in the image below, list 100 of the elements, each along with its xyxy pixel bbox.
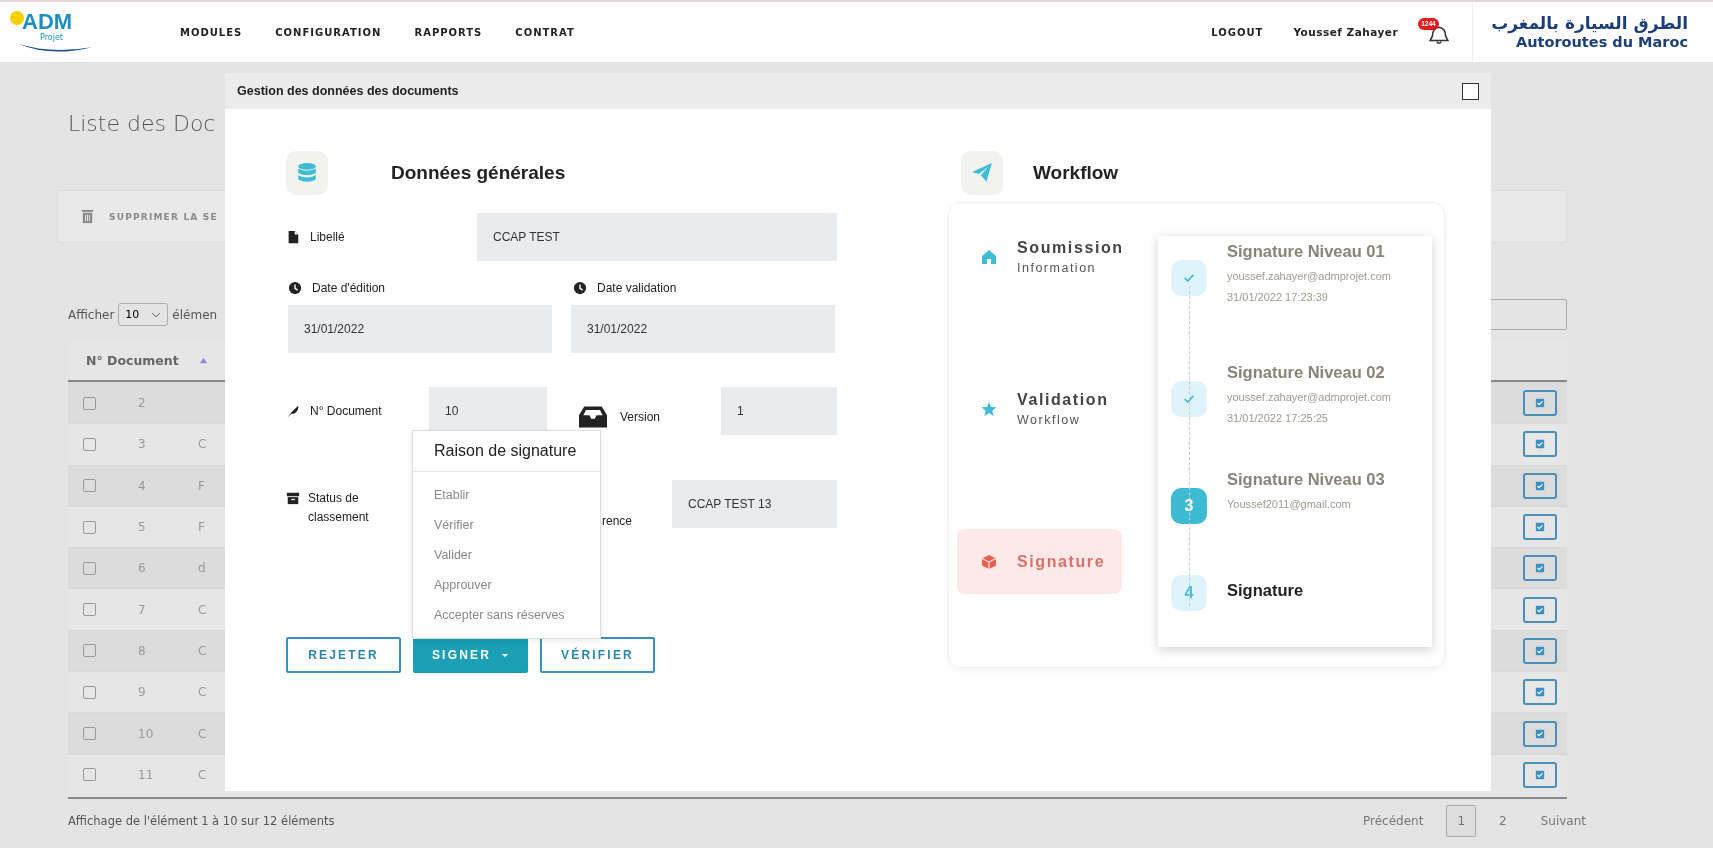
- step-email: Youssef2011@gmail.com: [1227, 498, 1352, 510]
- brand-name: Autoroutes du Maroc: [1516, 34, 1688, 51]
- row-checkbox[interactable]: [83, 520, 96, 534]
- user-name[interactable]: Youssef Zahayer: [1293, 26, 1399, 38]
- input-field[interactable]: 31/01/2022: [288, 305, 552, 353]
- checkbox-icon: [1535, 398, 1545, 409]
- file-icon: [286, 230, 300, 244]
- column-header[interactable]: N° Document: [86, 352, 208, 368]
- field-label: rence: [602, 514, 634, 528]
- sort-icon: [198, 355, 208, 365]
- field-label: Date validation: [597, 281, 677, 295]
- trash-icon: [80, 209, 95, 224]
- row-checkbox[interactable]: [83, 685, 96, 699]
- table-cell-text: 7: [138, 602, 147, 617]
- table-cell: C: [198, 437, 207, 452]
- checkbox-icon: [1535, 604, 1545, 615]
- clock-icon: [288, 281, 302, 295]
- step-title: Signature: [1227, 581, 1304, 600]
- table-cell: F: [198, 478, 205, 493]
- checkbox-icon: [1535, 728, 1545, 739]
- workflow-phase[interactable]: Soumission Information: [957, 233, 1142, 281]
- workflow-phase[interactable]: Validation Workflow: [957, 385, 1142, 433]
- pagination-link[interactable]: Suivant: [1529, 804, 1597, 837]
- step-title: Signature Niveau 03: [1227, 470, 1385, 489]
- cube-icon: [981, 553, 997, 570]
- close-button[interactable]: [1462, 82, 1479, 100]
- input-field[interactable]: 31/01/2022: [571, 305, 835, 353]
- step-email: youssef.zahayer@admprojet.com: [1227, 391, 1392, 403]
- menu-title: Raison de signature: [413, 431, 600, 472]
- table-info: Affichage de l'élément 1 à 10 sur 12 éléments: [68, 813, 335, 828]
- row-action-button[interactable]: [1523, 431, 1557, 458]
- row-checkbox[interactable]: [83, 603, 96, 617]
- table-cell: F: [198, 520, 205, 535]
- field-label: Version: [620, 410, 661, 424]
- checkbox-icon: [1535, 439, 1545, 450]
- page-heading: Liste des Doc: [68, 110, 217, 138]
- table-cell-text: 6: [138, 561, 147, 576]
- home-icon: [981, 249, 997, 265]
- row-checkbox[interactable]: [83, 561, 96, 575]
- checkbox-icon: [1535, 769, 1545, 780]
- step-time: 31/01/2022 17:25:25: [1227, 412, 1329, 424]
- table-cell-text: 9: [138, 685, 147, 700]
- checkbox-icon: [1535, 645, 1545, 656]
- row-checkbox[interactable]: [83, 479, 96, 493]
- row-checkbox[interactable]: [83, 437, 96, 451]
- page-length-select[interactable]: 10: [118, 303, 169, 326]
- table-cell: d: [198, 561, 206, 576]
- step-title: Signature Niveau 02: [1227, 363, 1386, 382]
- menu-item[interactable]: Etablir: [413, 480, 600, 510]
- clock-icon: [573, 281, 587, 295]
- paper-plane-icon: [971, 161, 993, 184]
- logout-link[interactable]: LOGOUT: [1211, 26, 1264, 38]
- table-cell: C: [198, 643, 207, 658]
- bell-icon[interactable]: [1428, 24, 1451, 46]
- step-email: youssef.zahayer@admprojet.com: [1227, 270, 1392, 282]
- step-title: Signature Niveau 01: [1227, 242, 1386, 261]
- menu-item[interactable]: Accepter sans réserves: [413, 600, 600, 630]
- row-action-button[interactable]: [1523, 596, 1557, 623]
- nav-link[interactable]: CONFIGURATION: [275, 26, 382, 38]
- checkbox-icon: [1535, 522, 1545, 533]
- table-cell: C: [198, 767, 207, 782]
- field-label: N° Document: [310, 404, 382, 418]
- caret-icon: [501, 652, 510, 658]
- row-action-button[interactable]: [1523, 761, 1557, 788]
- row-checkbox[interactable]: [83, 727, 96, 740]
- step-time: 31/01/2022 17:23:39: [1227, 291, 1329, 303]
- row-action-button[interactable]: [1523, 390, 1557, 417]
- menu-item[interactable]: Valider: [413, 540, 600, 570]
- table-cell-text: 5: [138, 520, 147, 535]
- table-cell-text: 4: [138, 478, 147, 493]
- input-field[interactable]: CCAP TEST 13: [672, 480, 837, 528]
- input-field[interactable]: CCAP TEST: [477, 213, 837, 261]
- row-action-button[interactable]: [1523, 679, 1557, 706]
- menu-item[interactable]: Approuver: [413, 570, 600, 600]
- sun-icon: [10, 10, 24, 25]
- table-cell: C: [198, 726, 207, 741]
- pagination-link[interactable]: 2: [1488, 804, 1518, 837]
- section-title: Workflow: [1033, 161, 1119, 184]
- database-icon: [296, 161, 318, 184]
- row-action-button[interactable]: [1523, 514, 1557, 541]
- row-checkbox[interactable]: [83, 768, 96, 782]
- action-button[interactable]: VÉRIFIER: [540, 637, 655, 673]
- table-cell-text: 10: [138, 726, 155, 741]
- star-icon: [981, 401, 997, 417]
- checkbox-icon: [1535, 687, 1545, 698]
- input-field[interactable]: 1: [721, 387, 837, 435]
- pagination-link[interactable]: Précédent: [1352, 804, 1435, 837]
- row-action-button[interactable]: [1523, 472, 1557, 499]
- nav-link[interactable]: CONTRAT: [515, 26, 575, 38]
- table-cell-text: 2: [138, 396, 147, 411]
- row-checkbox[interactable]: [83, 396, 96, 410]
- row-action-button[interactable]: [1523, 637, 1557, 664]
- action-button[interactable]: REJETER: [286, 637, 401, 673]
- menu-item[interactable]: Vérifier: [413, 510, 600, 540]
- nav-link[interactable]: MODULES: [180, 26, 243, 38]
- row-action-button[interactable]: [1523, 555, 1557, 582]
- nav-link[interactable]: RAPPORTS: [414, 26, 483, 38]
- row-action-button[interactable]: [1523, 720, 1557, 747]
- field-label: Date d'édition: [312, 281, 385, 295]
- row-checkbox[interactable]: [83, 644, 96, 658]
